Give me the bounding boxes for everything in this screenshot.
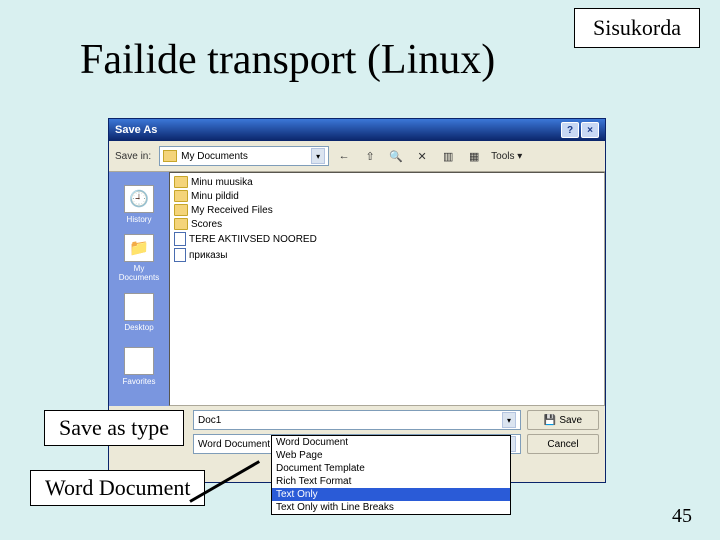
chevron-down-icon: ▾ xyxy=(311,148,325,164)
type-option[interactable]: Word Document xyxy=(272,436,510,449)
list-item[interactable]: TERE AKTIIVSED NOORED xyxy=(172,231,602,247)
slide-title: Failide transport (Linux) xyxy=(80,36,495,84)
up-button[interactable]: ⇧ xyxy=(359,146,381,166)
list-item[interactable]: приказы xyxy=(172,247,602,263)
chevron-down-icon: ▾ xyxy=(502,412,516,428)
document-icon xyxy=(174,232,186,246)
close-button[interactable]: × xyxy=(581,122,599,138)
type-option-selected[interactable]: Text Only xyxy=(272,488,510,501)
place-my-documents[interactable]: 📁 My Documents xyxy=(113,232,165,284)
document-icon xyxy=(174,248,186,262)
file-name: Minu muusika xyxy=(191,177,253,188)
place-label: History xyxy=(127,215,152,224)
place-label: Desktop xyxy=(124,323,153,332)
file-name: Minu pildid xyxy=(191,191,239,202)
history-icon: 🕘 xyxy=(124,185,154,213)
place-label: My Documents xyxy=(113,264,165,282)
titlebar[interactable]: Save As ? × xyxy=(109,119,605,141)
type-option[interactable]: Document Template xyxy=(272,462,510,475)
folder-icon: 📁 xyxy=(124,234,154,262)
file-name: My Received Files xyxy=(191,205,273,216)
cancel-button[interactable]: Cancel xyxy=(527,434,599,454)
views-button[interactable]: ▦ xyxy=(463,146,485,166)
file-name: приказы xyxy=(189,250,227,261)
folder-icon xyxy=(174,218,188,230)
save-in-value: My Documents xyxy=(181,151,248,162)
file-name-value: Doc1 xyxy=(198,415,221,426)
place-favorites[interactable]: ★ Favorites xyxy=(113,340,165,392)
new-folder-button[interactable]: ▥ xyxy=(437,146,459,166)
list-item[interactable]: Minu muusika xyxy=(172,175,602,189)
callout-word-document: Word Document xyxy=(30,470,205,506)
nav-sisukorda[interactable]: Sisukorda xyxy=(574,8,700,48)
file-list[interactable]: Minu muusika Minu pildid My Received Fil… xyxy=(169,172,605,406)
cancel-button-label: Cancel xyxy=(547,439,578,450)
type-option[interactable]: Web Page xyxy=(272,449,510,462)
file-name-input[interactable]: Doc1 ▾ xyxy=(193,410,521,430)
dialog-title: Save As xyxy=(115,124,157,136)
tools-menu[interactable]: Tools ▾ xyxy=(491,151,522,162)
type-option[interactable]: Text Only with Line Breaks xyxy=(272,501,510,514)
folder-icon xyxy=(174,176,188,188)
places-bar: 🕘 History 📁 My Documents 🖥 Desktop ★ Fav… xyxy=(109,172,169,406)
search-button[interactable]: 🔍 xyxy=(385,146,407,166)
type-dropdown-list[interactable]: Word Document Web Page Document Template… xyxy=(271,435,511,515)
slide-number: 45 xyxy=(672,505,692,528)
place-history[interactable]: 🕘 History xyxy=(113,178,165,230)
file-name: TERE AKTIIVSED NOORED xyxy=(189,234,317,245)
help-button[interactable]: ? xyxy=(561,122,579,138)
desktop-icon: 🖥 xyxy=(124,293,154,321)
folder-icon xyxy=(174,204,188,216)
place-label: Favorites xyxy=(123,377,156,386)
place-desktop[interactable]: 🖥 Desktop xyxy=(113,286,165,338)
folder-icon xyxy=(163,150,177,162)
star-icon: ★ xyxy=(124,347,154,375)
delete-button[interactable]: ✕ xyxy=(411,146,433,166)
save-button-label: Save xyxy=(559,415,582,426)
back-button[interactable]: ← xyxy=(333,146,355,166)
file-name: Scores xyxy=(191,219,222,230)
list-item[interactable]: Scores xyxy=(172,217,602,231)
save-button[interactable]: 💾 Save xyxy=(527,410,599,430)
save-in-label: Save in: xyxy=(115,151,151,162)
toolbar: Save in: My Documents ▾ ← ⇧ 🔍 ✕ ▥ ▦ Tool… xyxy=(109,141,605,171)
list-item[interactable]: My Received Files xyxy=(172,203,602,217)
folder-icon xyxy=(174,190,188,202)
save-in-dropdown[interactable]: My Documents ▾ xyxy=(159,146,329,166)
save-as-type-value: Word Document xyxy=(198,439,270,450)
list-item[interactable]: Minu pildid xyxy=(172,189,602,203)
callout-save-as-type: Save as type xyxy=(44,410,184,446)
type-option[interactable]: Rich Text Format xyxy=(272,475,510,488)
save-icon: 💾 xyxy=(544,415,556,426)
